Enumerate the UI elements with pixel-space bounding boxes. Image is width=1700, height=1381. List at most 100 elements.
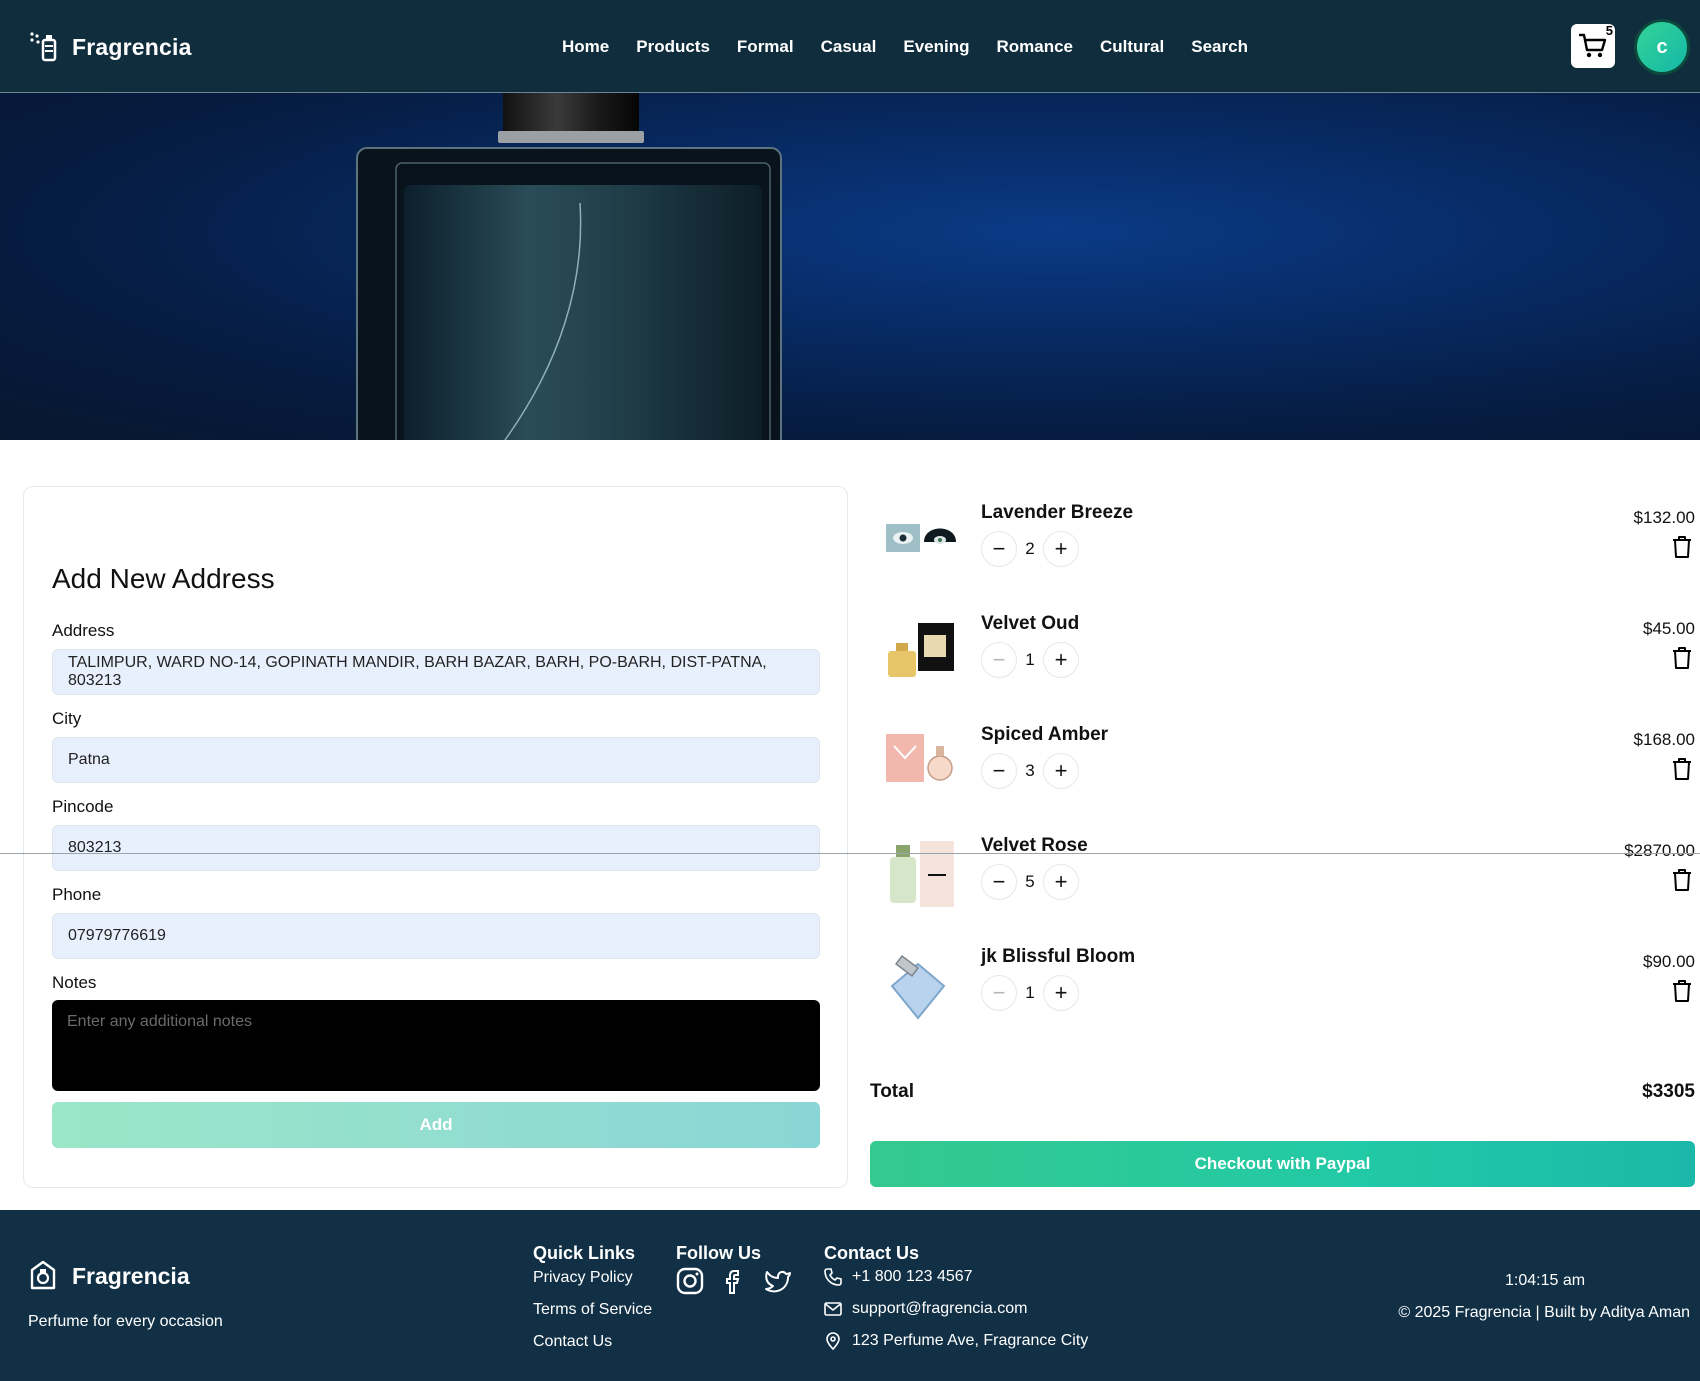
- pincode-label: Pincode: [52, 797, 114, 816]
- follow-us-title: Follow Us: [676, 1243, 761, 1263]
- quantity-stepper: − 2 +: [981, 531, 1079, 567]
- trash-icon[interactable]: [1671, 868, 1693, 892]
- item-name: jk Blissful Bloom: [981, 946, 1136, 967]
- item-name: Lavender Breeze: [981, 502, 1134, 523]
- city-input[interactable]: Patna: [52, 737, 820, 783]
- trash-icon[interactable]: [1671, 646, 1693, 670]
- cart-button[interactable]: 5: [1571, 23, 1615, 68]
- decrease-button[interactable]: −: [981, 975, 1017, 1011]
- facebook-icon[interactable]: [720, 1267, 748, 1295]
- perfume-logo-icon: [30, 1260, 56, 1290]
- address-label: Address: [52, 621, 115, 640]
- footer-tagline: Perfume for every occasion: [28, 1313, 223, 1330]
- quantity-value: 2: [1025, 539, 1035, 558]
- contact-us-link[interactable]: Contact Us: [533, 1333, 612, 1351]
- quantity-stepper: − 3 +: [981, 753, 1079, 789]
- notes-textarea[interactable]: Enter any additional notes: [52, 1000, 820, 1091]
- nav-home[interactable]: Home: [562, 37, 609, 57]
- plus-icon: +: [1054, 758, 1068, 783]
- quantity-stepper: − 1 +: [981, 642, 1079, 678]
- phone-input[interactable]: 07979776619: [52, 913, 820, 959]
- terms-link[interactable]: Terms of Service: [533, 1301, 652, 1319]
- decrease-button[interactable]: −: [981, 753, 1017, 789]
- brand-name: Fragrencia: [72, 33, 192, 60]
- footer-brand: Fragrencia: [28, 1260, 190, 1292]
- nav-products[interactable]: Products: [636, 37, 710, 57]
- address-form-card: Add New Address Address TALIMPUR, WARD N…: [23, 486, 848, 1188]
- add-address-button[interactable]: Add: [52, 1102, 820, 1148]
- user-avatar[interactable]: c: [1634, 19, 1690, 75]
- item-price: $132.00: [1633, 508, 1695, 527]
- nav-formal[interactable]: Formal: [737, 37, 794, 57]
- quantity-value: 3: [1025, 761, 1035, 780]
- quick-links-title: Quick Links: [533, 1243, 636, 1263]
- address-input[interactable]: TALIMPUR, WARD NO-14, GOPINATH MANDIR, B…: [52, 649, 820, 695]
- decrease-button[interactable]: −: [981, 642, 1017, 678]
- social-links: [676, 1267, 792, 1295]
- header: Fragrencia Home Products Formal Casual E…: [0, 0, 1700, 93]
- nav-search[interactable]: Search: [1191, 37, 1248, 57]
- minus-icon: −: [992, 536, 1006, 561]
- twitter-icon[interactable]: [764, 1267, 792, 1295]
- total-value: $3305: [1642, 1081, 1695, 1102]
- checkout-paypal-button[interactable]: Checkout with Paypal: [870, 1141, 1695, 1187]
- increase-button[interactable]: +: [1043, 531, 1079, 567]
- contact-email-text: support@fragrencia.com: [852, 1300, 1028, 1317]
- cart-item: Spiced Amber − 3 + $168.00: [870, 724, 1695, 824]
- total-label: Total: [870, 1081, 914, 1102]
- pincode-input[interactable]: 803213: [52, 825, 820, 871]
- cart-item: Velvet Oud − 1 + $45.00: [870, 613, 1695, 713]
- perfume-bottle-image: [356, 93, 782, 440]
- instagram-icon[interactable]: [676, 1267, 704, 1295]
- minus-icon: −: [992, 758, 1006, 783]
- main-nav: Home Products Formal Casual Evening Roma…: [562, 37, 1275, 57]
- trash-icon[interactable]: [1671, 979, 1693, 1003]
- trash-icon[interactable]: [1671, 535, 1693, 559]
- product-image: [888, 623, 954, 677]
- cart-item: jk Blissful Bloom − 1 + $90.00: [870, 946, 1695, 1046]
- contact-phone: +1 800 123 4567: [824, 1268, 973, 1286]
- quantity-value: 5: [1025, 872, 1035, 891]
- clock-time: 1:04:15 am: [1505, 1272, 1586, 1289]
- trash-icon[interactable]: [1671, 757, 1693, 781]
- footer-brand-name: Fragrencia: [72, 1262, 190, 1289]
- item-name: Velvet Oud: [981, 613, 1080, 634]
- cart-icon: [1579, 33, 1607, 58]
- increase-button[interactable]: +: [1043, 642, 1079, 678]
- plus-icon: +: [1054, 869, 1068, 894]
- increase-button[interactable]: +: [1043, 864, 1079, 900]
- cart-item: Velvet Rose − 5 + $2870.00: [870, 835, 1695, 935]
- product-image: [886, 524, 956, 552]
- map-pin-icon: [826, 1332, 840, 1350]
- mail-icon: [824, 1302, 842, 1316]
- decrease-button[interactable]: −: [981, 864, 1017, 900]
- contact-address: 123 Perfume Ave, Fragrance City: [824, 1332, 1088, 1350]
- footer: Fragrencia Perfume for every occasion Qu…: [0, 1210, 1700, 1381]
- privacy-policy-link[interactable]: Privacy Policy: [533, 1269, 633, 1287]
- quantity-stepper: − 1 +: [981, 975, 1079, 1011]
- quantity-value: 1: [1025, 650, 1035, 669]
- product-image: [890, 841, 954, 907]
- nav-romance[interactable]: Romance: [996, 37, 1073, 57]
- brand[interactable]: Fragrencia: [28, 30, 192, 64]
- divider-line: [0, 853, 1700, 854]
- nav-cultural[interactable]: Cultural: [1100, 37, 1164, 57]
- nav-evening[interactable]: Evening: [903, 37, 969, 57]
- plus-icon: +: [1054, 647, 1068, 672]
- nav-casual[interactable]: Casual: [821, 37, 877, 57]
- item-price: $168.00: [1633, 730, 1695, 749]
- hero-banner: [0, 93, 1700, 440]
- increase-button[interactable]: +: [1043, 975, 1079, 1011]
- contact-phone-text: +1 800 123 4567: [852, 1268, 973, 1285]
- item-price: $2870.00: [1624, 841, 1695, 860]
- increase-button[interactable]: +: [1043, 753, 1079, 789]
- contact-address-text: 123 Perfume Ave, Fragrance City: [852, 1332, 1089, 1349]
- item-price: $45.00: [1643, 619, 1695, 638]
- city-label: City: [52, 709, 82, 728]
- item-price: $90.00: [1643, 952, 1695, 971]
- minus-icon: −: [992, 869, 1006, 894]
- plus-icon: +: [1054, 980, 1068, 1005]
- decrease-button[interactable]: −: [981, 531, 1017, 567]
- notes-label: Notes: [52, 973, 97, 992]
- copyright: © 2025 Fragrencia | Built by Aditya Aman: [1398, 1304, 1690, 1321]
